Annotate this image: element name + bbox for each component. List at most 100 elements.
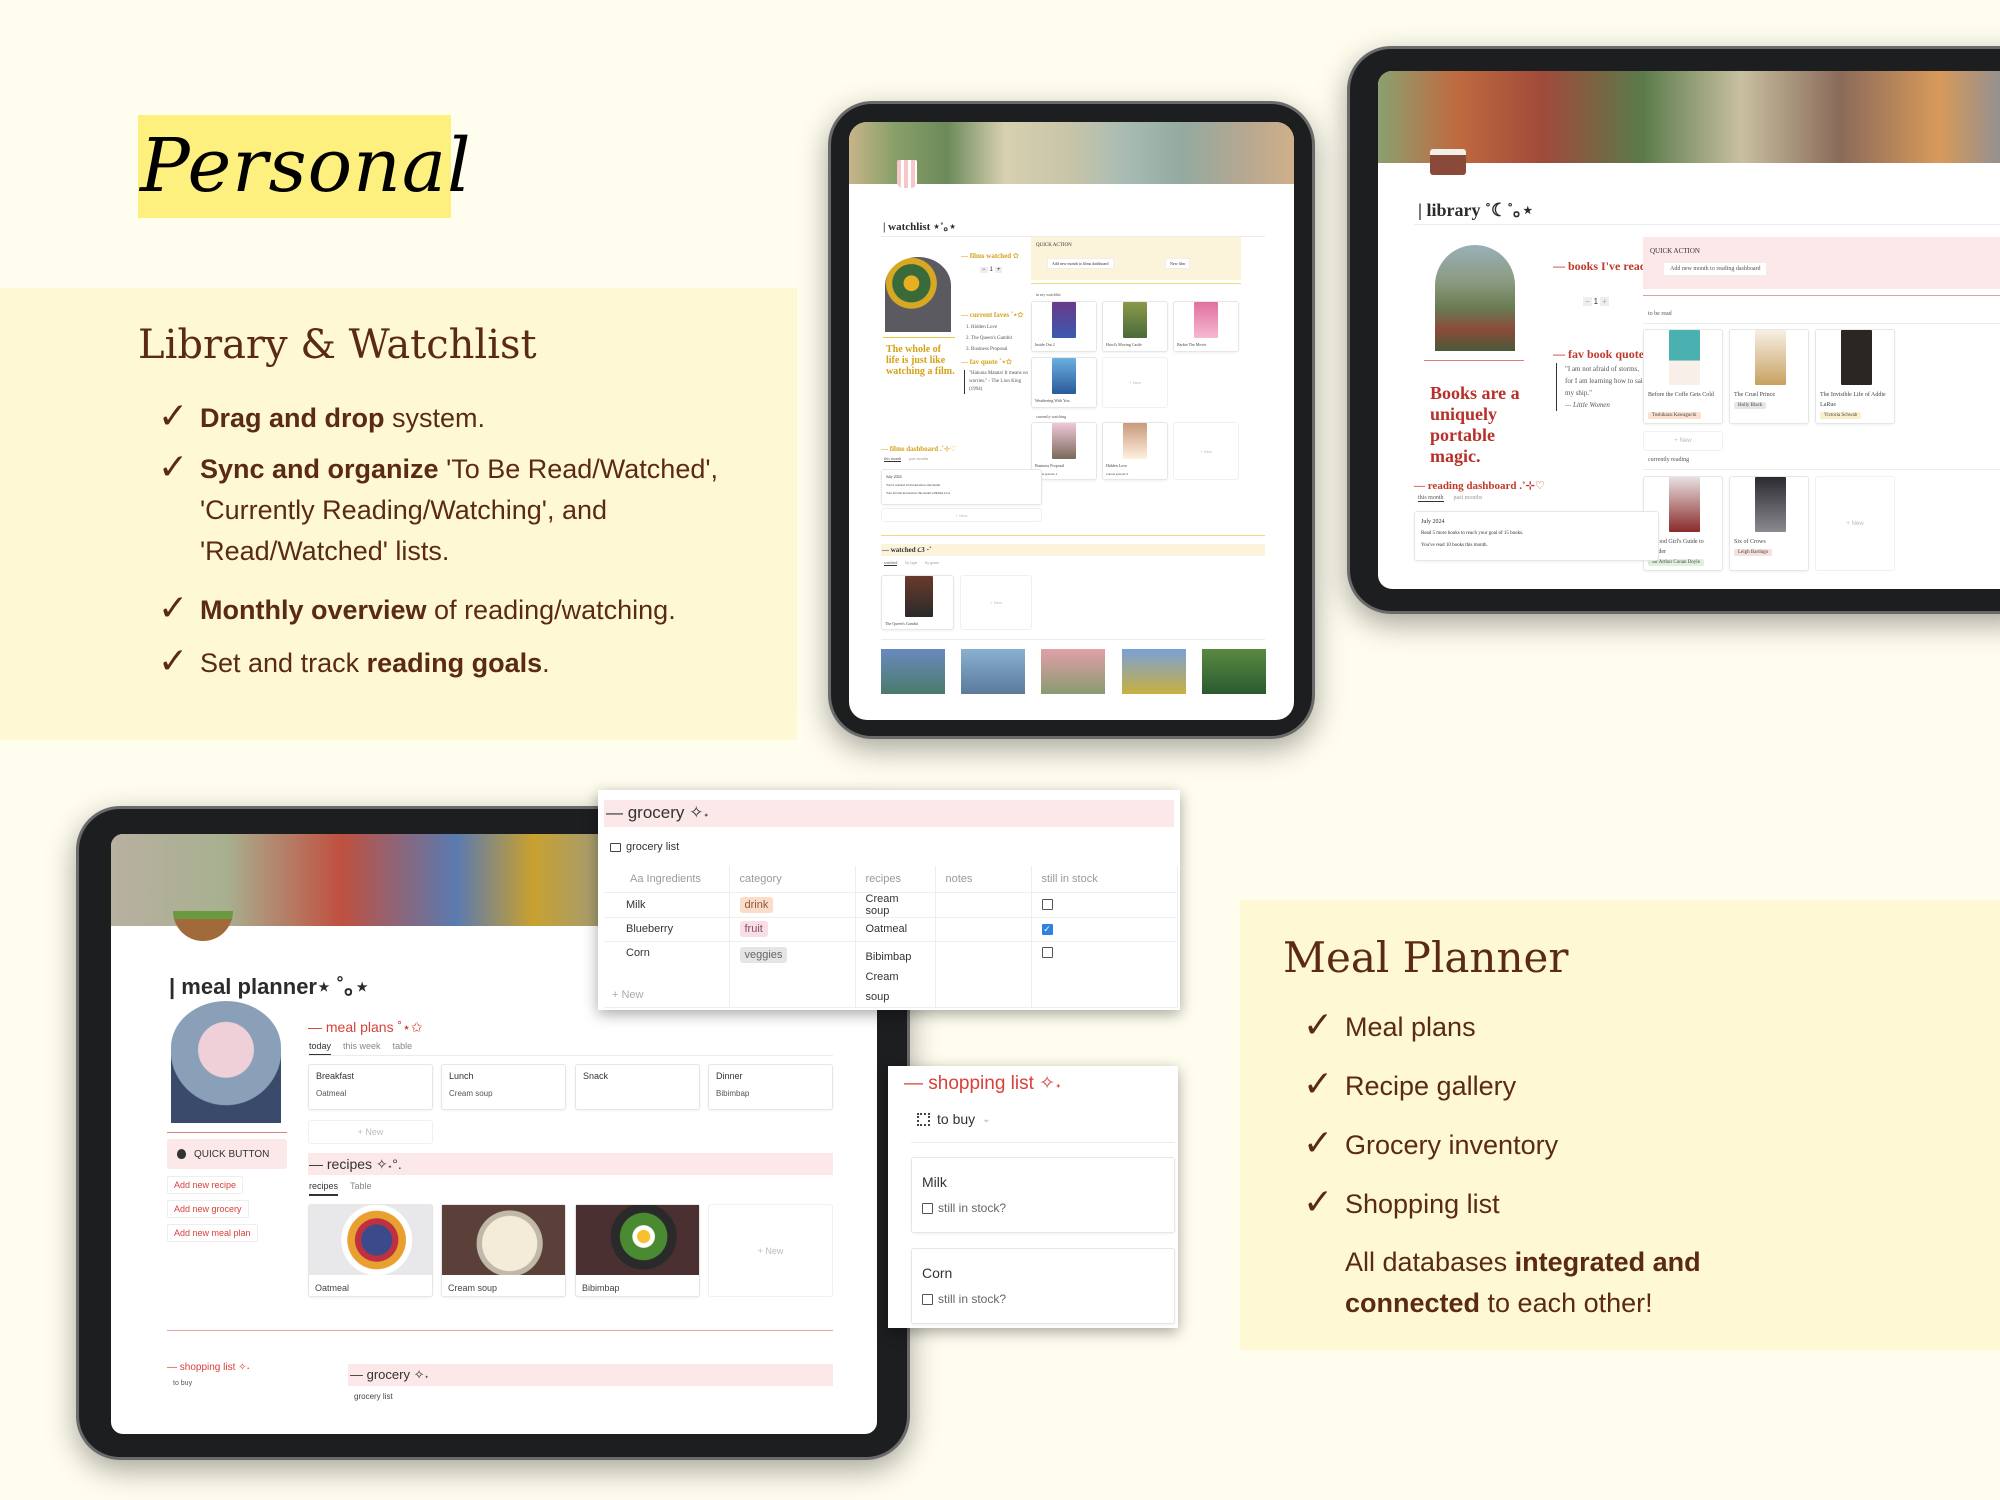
poster-image (905, 576, 933, 617)
column-header-in-stock[interactable]: still in stock (1031, 866, 1178, 892)
film-card[interactable]: Weathering With You (1031, 357, 1097, 408)
new-recipe-card[interactable]: + New (708, 1204, 833, 1297)
to-buy-view-tab[interactable]: to buy ⌄ (917, 1111, 991, 1127)
decrement-button[interactable]: − (980, 267, 988, 273)
show-card[interactable]: Hidden Love Current episode: 6 (1102, 422, 1168, 480)
in-stock-checkbox[interactable] (922, 1293, 933, 1305)
cover-image (1755, 330, 1786, 385)
new-film-card[interactable]: + New (1102, 357, 1168, 408)
meal-name: Breakfast (316, 1071, 355, 1081)
add-meal-plan-button[interactable]: Add new meal plan (167, 1224, 258, 1242)
new-book-card[interactable]: + New (1815, 476, 1895, 571)
add-recipe-button[interactable]: Add new recipe (167, 1176, 244, 1194)
month-summary-card[interactable]: July 2024 Read 5 more books to reach you… (1414, 511, 1659, 561)
film-card[interactable]: Howl's Moving Castle (1102, 301, 1168, 352)
in-stock-checkbox[interactable] (1041, 899, 1053, 911)
notes-cell[interactable] (935, 892, 1032, 917)
recipe-card[interactable]: Bibimbap (575, 1204, 700, 1297)
grocery-list-view[interactable]: grocery list (354, 1392, 393, 1401)
decrement-button[interactable]: − (1583, 297, 1592, 306)
recipe-link[interactable]: Cream soup (855, 892, 936, 917)
in-stock-field[interactable]: still in stock? (922, 1201, 1006, 1215)
tab-today[interactable]: today (309, 1041, 332, 1056)
new-meal-button[interactable]: + New (308, 1120, 433, 1144)
recipe-link[interactable]: Oatmeal (855, 917, 936, 941)
category-cell[interactable]: veggies (729, 941, 856, 1007)
tab-this-week[interactable]: this week (343, 1041, 381, 1056)
in-stock-checkbox[interactable] (922, 1202, 933, 1214)
book-card[interactable]: Six of Crows Leigh Bardugo (1729, 476, 1809, 571)
tab-past-months[interactable]: past months (909, 456, 928, 462)
film-card[interactable]: Barbie The Movie (1173, 301, 1239, 352)
in-stock-cell[interactable] (1031, 892, 1178, 917)
tab-by-genre[interactable]: by genre (925, 560, 939, 566)
month-label: July 2024 (1421, 519, 1445, 525)
list-item: 1. Hidden Love (966, 325, 998, 330)
check-label: still in stock? (938, 1201, 1007, 1215)
meal-card[interactable]: Lunch Cream soup (441, 1064, 566, 1110)
ingredient-cell[interactable]: Blueberry (604, 917, 730, 941)
recipe-card[interactable]: Oatmeal (308, 1204, 433, 1297)
in-stock-field[interactable]: still in stock? (922, 1292, 1006, 1306)
recipes-cell[interactable]: Bibimbap Cream soup (855, 941, 936, 1007)
tab-this-month[interactable]: this month (884, 456, 902, 462)
table-row[interactable]: Blueberry fruit Oatmeal ✓ (604, 917, 1178, 941)
film-card[interactable]: Inside Out 2 (1031, 301, 1097, 352)
meal-card[interactable]: Dinner Bibimbap (708, 1064, 833, 1110)
new-watched-card[interactable]: + New (960, 575, 1032, 630)
notes-cell[interactable] (935, 917, 1032, 941)
month-summary-card[interactable]: July 2024 You've watched 10 movies/shows… (881, 469, 1042, 505)
category-cell[interactable]: drink (729, 892, 856, 917)
new-book-button[interactable]: + New (1643, 431, 1723, 451)
film-title: The Queen's Gambit (885, 621, 918, 626)
feature-bold: Sync and organize (200, 454, 439, 484)
ingredient-cell[interactable]: Milk (604, 892, 730, 917)
increment-button[interactable]: + (994, 267, 1003, 273)
notes-cell[interactable] (935, 941, 1032, 1007)
recipe-link[interactable]: Bibimbap (866, 947, 925, 967)
new-film-button[interactable]: New film (1165, 258, 1191, 269)
in-stock-cell[interactable] (1031, 941, 1178, 1007)
category-cell[interactable]: fruit (729, 917, 856, 941)
grocery-view-tab[interactable]: grocery list (610, 841, 679, 853)
increment-button[interactable]: + (1600, 297, 1609, 306)
note-text: All databases (1345, 1247, 1515, 1277)
in-stock-checkbox[interactable] (1041, 947, 1053, 959)
tab-watched[interactable]: watched (884, 560, 898, 566)
current-faves-list: 1. Hidden Love 2. The Queen's Gambit 3. … (966, 322, 1012, 355)
meal-card[interactable]: Snack (575, 1064, 700, 1110)
tab-this-month[interactable]: this month (1418, 495, 1444, 502)
tab-recipes[interactable]: recipes (309, 1181, 339, 1196)
book-card[interactable]: The Cruel Prince Holly Black (1729, 329, 1809, 424)
ornament-divider (1643, 295, 2000, 296)
table-row[interactable]: Corn veggies Bibimbap Cream soup (604, 941, 1178, 1007)
column-header-notes[interactable]: notes (935, 866, 1032, 892)
add-month-button[interactable]: Add new month to reading dashboard (1663, 262, 1768, 276)
column-header-category[interactable]: category (729, 866, 856, 892)
column-header-ingredients[interactable]: Aa Ingredients (604, 866, 730, 892)
tab-past-months[interactable]: past months (1454, 495, 1483, 502)
table-row[interactable]: Milk drink Cream soup (604, 892, 1178, 917)
meal-card[interactable]: Breakfast Oatmeal (308, 1064, 433, 1110)
tab-by-type[interactable]: by type (905, 560, 917, 566)
new-show-card[interactable]: + New (1173, 422, 1239, 480)
add-grocery-button[interactable]: Add new grocery (167, 1200, 249, 1218)
poster-image (1052, 302, 1076, 338)
in-stock-cell[interactable]: ✓ (1031, 917, 1178, 941)
in-stock-checkbox[interactable]: ✓ (1041, 923, 1053, 935)
new-month-button[interactable]: + New (881, 508, 1042, 522)
to-buy-view[interactable]: to buy (173, 1380, 192, 1387)
book-card[interactable]: Before the Coffe Gets Cold Toshikazu Kawa… (1643, 329, 1723, 424)
book-card[interactable]: The Invisible Life of Addie LaRue Victori… (1815, 329, 1895, 424)
recipe-card[interactable]: Cream soup (441, 1204, 566, 1297)
shopping-item-card[interactable]: Milk still in stock? (911, 1157, 1175, 1233)
recipe-link[interactable]: Cream soup (866, 967, 925, 1007)
column-header-recipes[interactable]: recipes (855, 866, 936, 892)
add-month-button[interactable]: Add new month to films dashboard (1047, 258, 1114, 269)
tab-table[interactable]: table (393, 1041, 413, 1056)
tab-table[interactable]: Table (350, 1181, 372, 1196)
film-card[interactable]: The Queen's Gambit (881, 575, 954, 630)
new-row-button[interactable]: + New (612, 989, 644, 1001)
gallery-artwork (881, 649, 945, 694)
shopping-item-card[interactable]: Corn still in stock? (911, 1248, 1175, 1324)
